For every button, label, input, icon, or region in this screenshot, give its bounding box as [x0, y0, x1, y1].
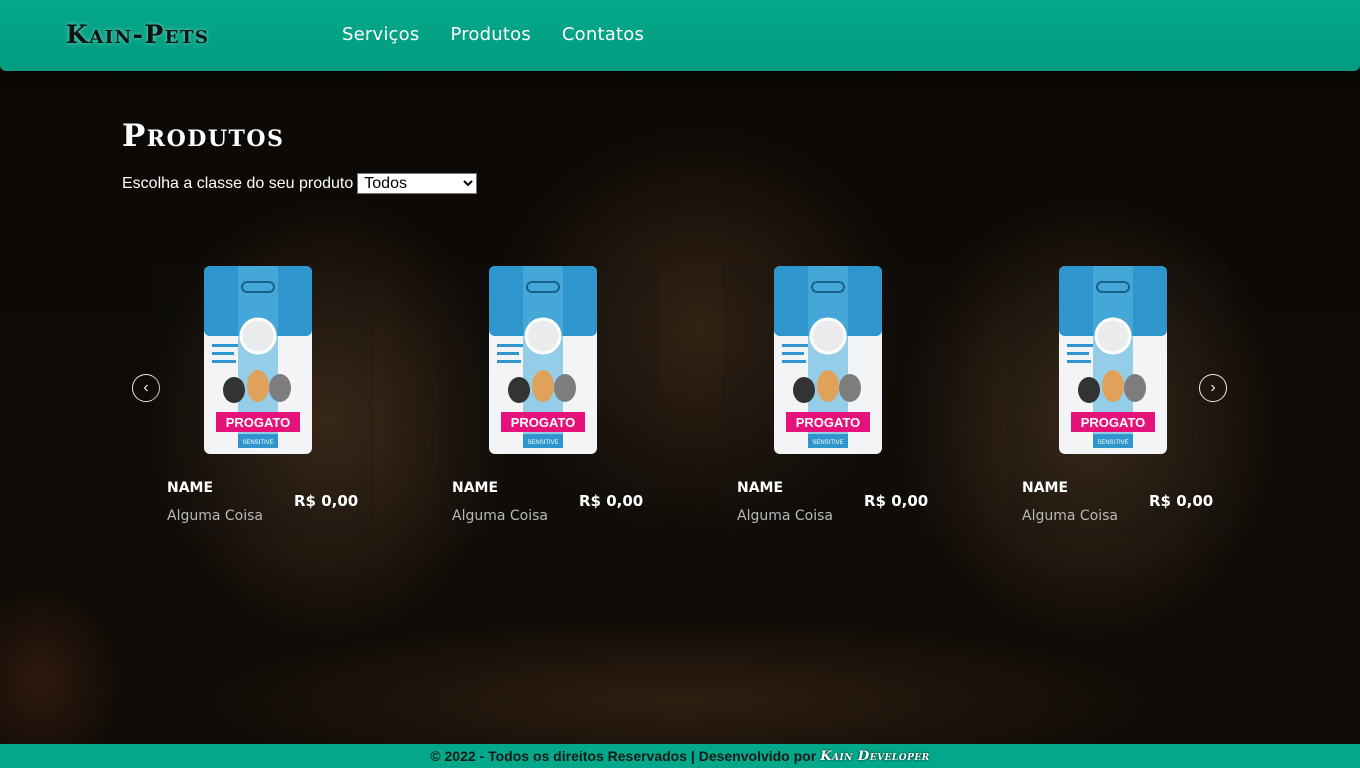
site-header: Kain-Pets Serviços Produtos Contatos: [0, 0, 1360, 71]
product-card[interactable]: PROGATO SENSITIVE NAME Alguma Coisa R$ 0…: [1007, 262, 1229, 538]
product-price: R$ 0,00: [1149, 492, 1214, 510]
product-brand: PROGATO: [511, 415, 576, 430]
product-card[interactable]: PROGATO SENSITIVE NAME Alguma Coisa R$ 0…: [152, 262, 374, 538]
footer-developer-link[interactable]: Kain Developer: [820, 749, 930, 764]
product-card[interactable]: PROGATO SENSITIVE NAME Alguma Coisa R$ 0…: [722, 262, 944, 538]
product-brand: PROGATO: [226, 415, 291, 430]
product-class-select[interactable]: Todos: [357, 173, 478, 194]
product-description: Alguma Coisa: [167, 508, 263, 524]
product-carousel: ‹ PROGATO SENSITIVE NAME Alguma Coisa R$…: [130, 258, 1230, 548]
product-price: R$ 0,00: [579, 492, 644, 510]
arrow-right-icon[interactable]: ›: [1199, 374, 1227, 402]
nav-link-produtos[interactable]: Produtos: [450, 24, 530, 45]
product-name: NAME: [167, 480, 214, 496]
product-image: PROGATO SENSITIVE: [774, 266, 882, 454]
main-nav: Serviços Produtos Contatos: [342, 24, 644, 45]
nav-link-servicos[interactable]: Serviços: [342, 24, 419, 45]
site-footer: © 2022 - Todos os direitos Reservados | …: [0, 744, 1360, 768]
product-variant: SENSITIVE: [1097, 440, 1128, 446]
product-class-filter: Escolha a classe do seu produto Todos: [122, 173, 478, 194]
product-brand: PROGATO: [796, 415, 861, 430]
product-name: NAME: [737, 480, 784, 496]
product-image: PROGATO SENSITIVE: [1059, 266, 1167, 454]
product-description: Alguma Coisa: [737, 508, 833, 524]
product-price: R$ 0,00: [294, 492, 359, 510]
product-description: Alguma Coisa: [1022, 508, 1118, 524]
product-description: Alguma Coisa: [452, 508, 548, 524]
product-image: PROGATO SENSITIVE: [204, 266, 312, 454]
product-variant: SENSITIVE: [527, 440, 558, 446]
product-card[interactable]: PROGATO SENSITIVE NAME Alguma Coisa R$ 0…: [437, 262, 659, 538]
product-price: R$ 0,00: [864, 492, 929, 510]
page-title: Produtos: [122, 118, 285, 154]
footer-copyright: © 2022 - Todos os direitos Reservados | …: [430, 748, 817, 764]
site-logo[interactable]: Kain-Pets: [66, 20, 209, 49]
product-variant: SENSITIVE: [242, 440, 273, 446]
product-name: NAME: [1022, 480, 1069, 496]
nav-link-contatos[interactable]: Contatos: [562, 24, 644, 45]
product-brand: PROGATO: [1081, 415, 1146, 430]
product-image: PROGATO SENSITIVE: [489, 266, 597, 454]
product-variant: SENSITIVE: [812, 440, 843, 446]
product-name: NAME: [452, 480, 499, 496]
filter-label: Escolha a classe do seu produto: [122, 174, 354, 192]
